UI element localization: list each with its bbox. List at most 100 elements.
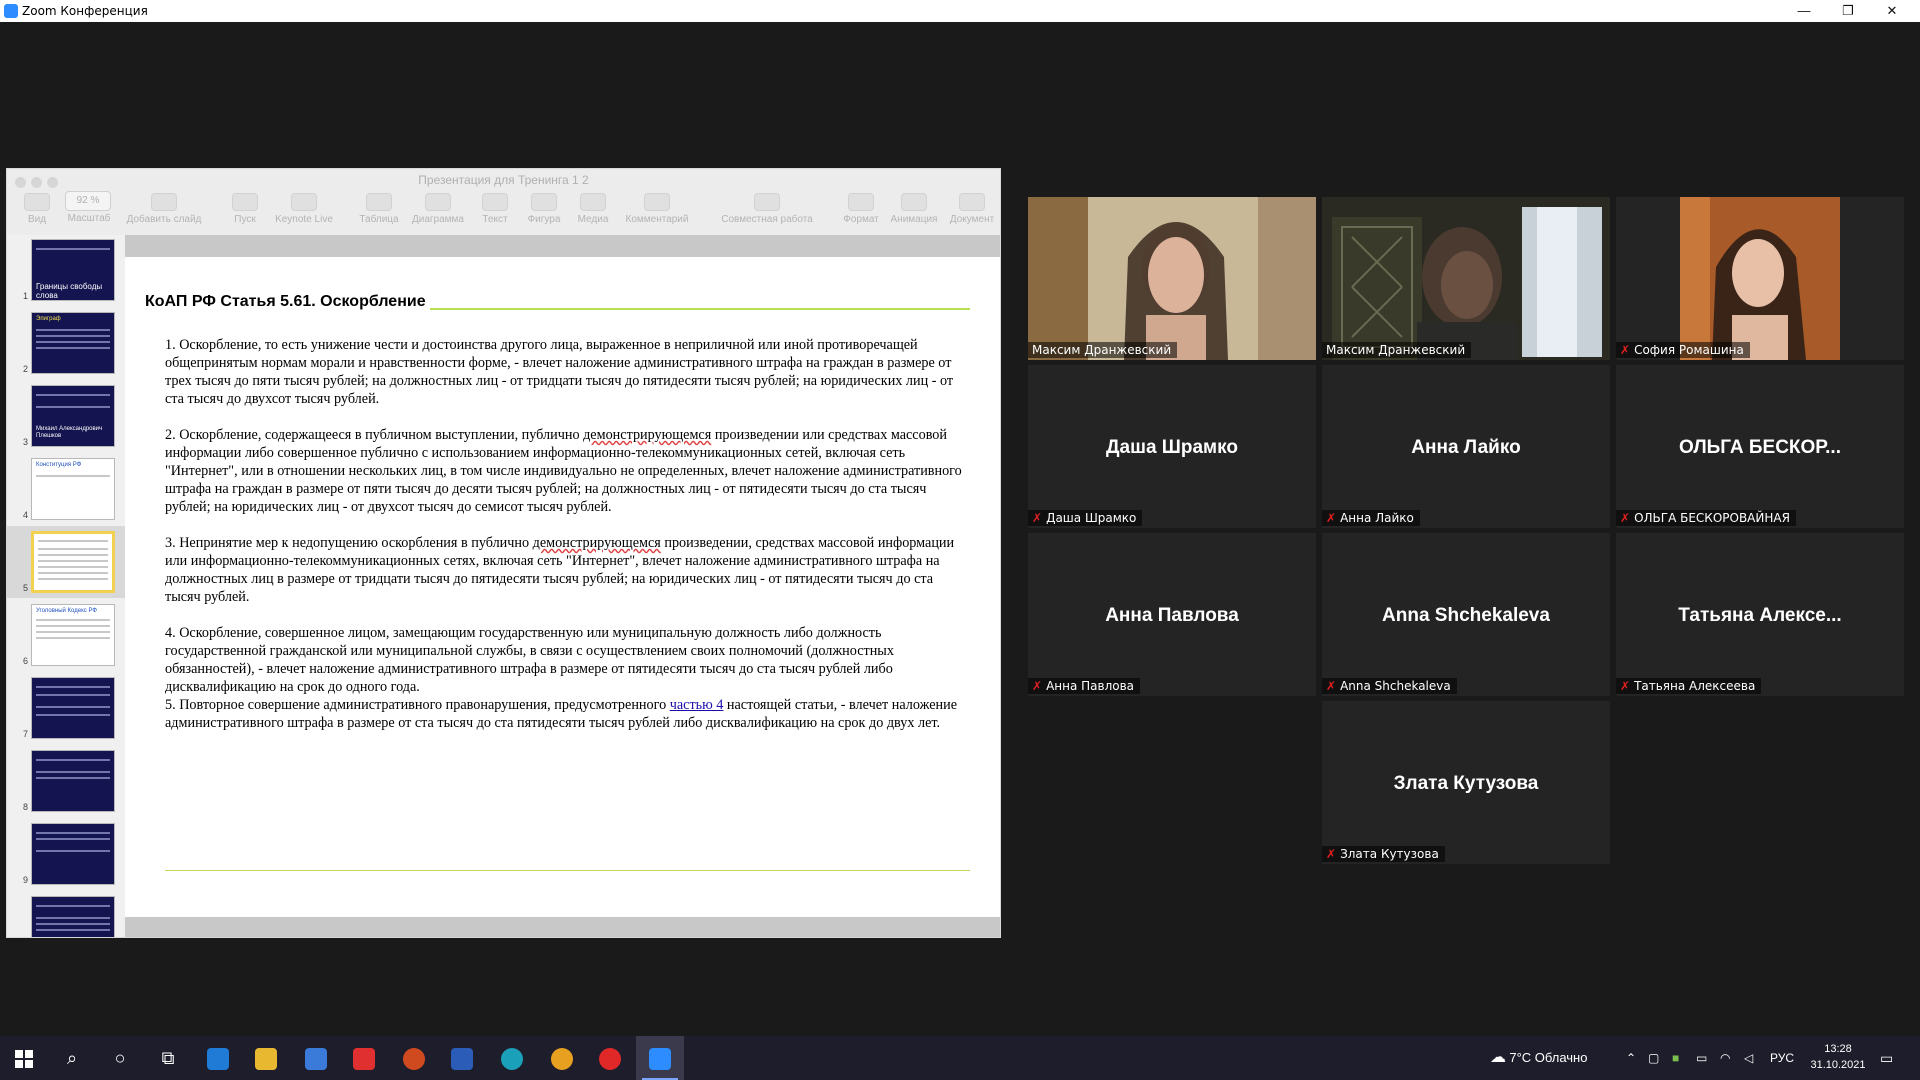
document-icon [959,193,985,211]
slide-footer-rule [165,870,970,871]
participant-tile[interactable]: Даша Шрамко ✗ Даша Шрамко [1028,365,1316,528]
zoom-select[interactable]: 92 % [65,191,111,211]
search-button[interactable]: ⌕ [48,1036,96,1080]
add-slide-tool[interactable]: Добавить слайд [121,193,207,225]
yandex-icon [353,1048,375,1071]
close-button[interactable]: ✕ [1870,0,1914,22]
participant-name: Анна Павлова [1046,679,1135,693]
slide-thumbnail[interactable] [31,896,115,937]
window-titlebar: Zoom Конференция — ❐ ✕ [0,0,1920,22]
thumb-line [36,929,110,931]
comment-tool[interactable]: Комментарий [619,193,695,225]
slide-thumbnail[interactable] [31,750,115,812]
table-tool[interactable]: Таблица [355,193,403,225]
participant-tile[interactable]: Анна Лайко ✗ Анна Лайко [1322,365,1610,528]
start-button[interactable] [0,1036,48,1080]
notifications-icon[interactable]: ▭ [1880,1036,1893,1080]
format-tool[interactable]: Формат [837,193,885,225]
thumb-number: 3 [23,437,29,447]
slide-thumbnail[interactable]: Уголовный Кодекс РФ [31,604,115,666]
paragraph-2: 2. Оскорбление, содержащееся в публичном… [165,426,965,516]
language-indicator[interactable]: РУС [1770,1036,1794,1080]
slide-thumbnail[interactable]: Михаил Александрович Плешков [31,385,115,447]
slide-thumbnail[interactable]: Эпиграф [31,312,115,374]
tray-camera-icon[interactable]: ▢ [1648,1036,1659,1080]
media-icon [580,193,606,211]
thumb-line [36,777,110,779]
participant-tile[interactable]: Злата Кутузова ✗ Злата Кутузова [1322,701,1610,864]
taskbar-app[interactable] [586,1036,634,1080]
keynote-live-tool[interactable]: Keynote Live [269,193,339,225]
media-tool[interactable]: Медиа [573,193,613,225]
video-tile[interactable]: ✗ София Ромашина [1616,197,1904,360]
taskbar-app[interactable] [242,1036,290,1080]
thumb-number: 1 [23,291,29,301]
cortana-button[interactable]: ○ [96,1036,144,1080]
battery-icon[interactable]: ▭ [1696,1036,1707,1080]
taskbar-app-zoom[interactable] [636,1036,684,1080]
tray-chevron-icon[interactable]: ⌃ [1626,1036,1636,1080]
play-tool[interactable]: Пуск [225,193,265,225]
taskbar-app[interactable] [438,1036,486,1080]
view-tool[interactable]: Вид [17,193,57,225]
participant-name-tag: Максим Дранжевский [1028,342,1178,358]
taskbar-app[interactable] [538,1036,586,1080]
animate-icon [901,193,927,211]
slide-thumbnail[interactable]: Границы свободы слова [31,239,115,301]
slide-thumbnail-selected[interactable] [31,531,115,593]
text-tool[interactable]: Текст [475,193,515,225]
slide-thumbnail[interactable] [31,823,115,885]
thumb-line [38,566,108,568]
muted-mic-icon: ✗ [1326,847,1337,861]
taskbar-app[interactable] [194,1036,242,1080]
animate-tool[interactable]: Анимация [887,193,941,225]
thumb-line [36,923,110,925]
minimize-button[interactable]: — [1782,0,1826,22]
participant-tile[interactable]: Анна Павлова ✗ Анна Павлова [1028,533,1316,696]
thumb-line [36,714,110,716]
slide-body: 1. Оскорбление, то есть унижение чести и… [165,336,965,732]
video-tile-active-speaker[interactable]: Максим Дранжевский [1322,197,1610,360]
animate-label: Анимация [890,214,938,225]
participant-tile[interactable]: Anna Shchekaleva ✗ Anna Shchekaleva [1322,533,1610,696]
thumb-line [38,560,108,562]
taskbar-app[interactable] [488,1036,536,1080]
paragraph-5: 5. Повторное совершение административног… [165,696,965,732]
restore-button[interactable]: ❐ [1826,0,1870,22]
collaborate-tool[interactable]: Совместная работа [713,193,821,225]
text-label: Текст [482,214,508,225]
weather-widget[interactable]: ☁ 7°C Облачно [1490,1036,1587,1080]
participant-video [1322,197,1610,360]
taskbar-app[interactable] [390,1036,438,1080]
taskbar-app[interactable] [292,1036,340,1080]
edge-icon [501,1048,523,1071]
task-view-button[interactable]: ⧉ [144,1036,192,1080]
participant-video [1028,197,1316,360]
participant-tile[interactable]: ОЛЬГА БЕСКОР... ✗ ОЛЬГА БЕСКОРОВАЙНАЯ [1616,365,1904,528]
thumb-line [38,548,108,550]
paragraph-3: 3. Непринятие мер к недопущению оскорбле… [165,534,965,606]
video-tile[interactable]: Максим Дранжевский [1028,197,1316,360]
document-tool[interactable]: Документ [945,193,999,225]
slide-thumbnail[interactable]: Конституция РФ [31,458,115,520]
keynote-live-icon [291,193,317,211]
participant-tile[interactable]: Татьяна Алексе... ✗ Татьяна Алексеева [1616,533,1904,696]
thumb-line [36,905,110,907]
slide-canvas[interactable]: КоАП РФ Статья 5.61. Оскорбление 1. Оско… [125,257,1000,917]
thumb-number: 9 [23,875,29,885]
shape-label: Фигура [527,214,561,225]
slide-thumbnail[interactable] [31,677,115,739]
thumb-number: 2 [23,364,29,374]
volume-icon[interactable]: ◁ [1744,1036,1753,1080]
clock[interactable]: 13:28 31.10.2021 [1802,1041,1874,1073]
thumb-number: 4 [23,510,29,520]
thumb-number: 5 [23,583,29,593]
taskbar-app[interactable] [340,1036,388,1080]
tray-nvidia-icon[interactable]: ■ [1672,1036,1679,1080]
article-link[interactable]: частью 4 [670,697,724,713]
chart-tool[interactable]: Диаграмма [407,193,469,225]
shape-tool[interactable]: Фигура [519,193,569,225]
muted-mic-icon: ✗ [1620,511,1631,525]
windows-taskbar: ⌕ ○ ⧉ ☁ 7°C Облачно ⌃ ▢ ■ ▭ ◠ ◁ РУС 13:2… [0,1036,1920,1080]
wifi-icon[interactable]: ◠ [1720,1036,1730,1080]
